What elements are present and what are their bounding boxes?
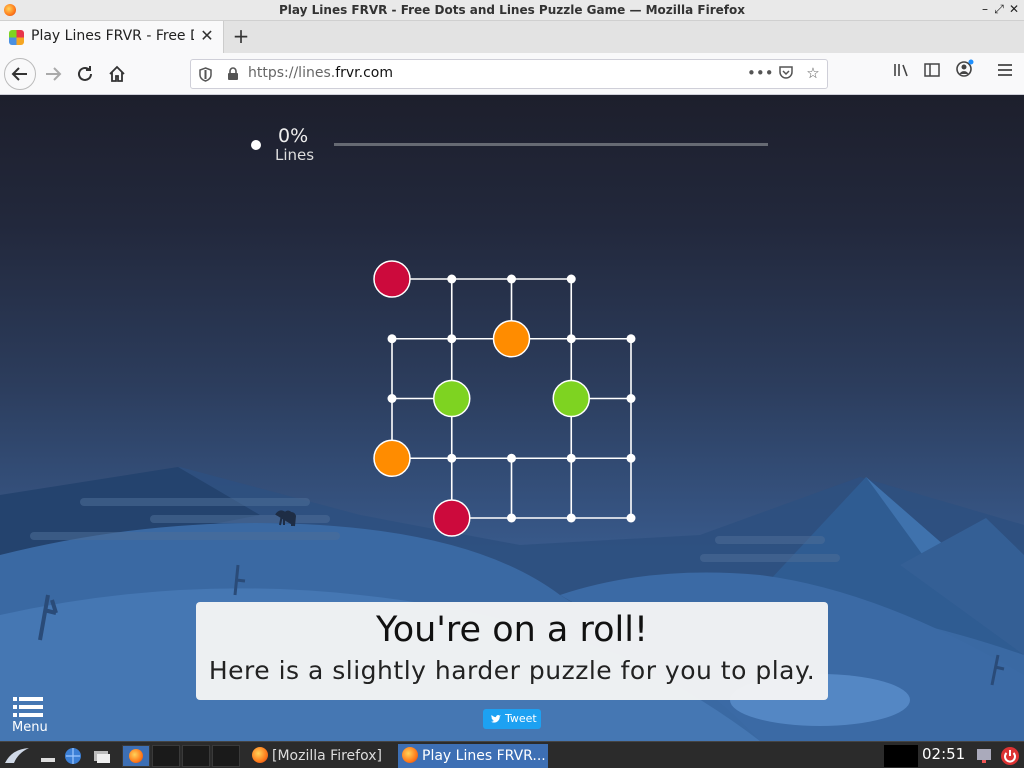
file-manager-icon[interactable] — [92, 746, 112, 766]
power-icon[interactable] — [1000, 746, 1020, 766]
forward-arrow-icon[interactable] — [38, 59, 68, 89]
start-menu-icon[interactable] — [2, 745, 32, 767]
message-body: Here is a slightly harder puzzle for you… — [208, 656, 816, 685]
new-tab-icon[interactable]: + — [230, 25, 252, 49]
grid-node[interactable] — [507, 513, 516, 523]
grid-node[interactable] — [447, 334, 457, 344]
task-label: Play Lines FRVR... — [422, 748, 546, 764]
orange-dot[interactable] — [373, 439, 411, 477]
window-title: Play Lines FRVR - Free Dots and Lines Pu… — [279, 3, 745, 17]
list-menu-icon — [13, 697, 43, 717]
message-panel: You're on a roll! Here is a slightly har… — [196, 602, 828, 700]
workspace-4[interactable] — [212, 745, 240, 767]
grid-node[interactable] — [626, 394, 636, 403]
taskbar-task-play-lines[interactable]: Play Lines FRVR... — [398, 744, 548, 768]
lock-icon[interactable] — [227, 67, 239, 81]
reload-icon[interactable] — [70, 59, 100, 89]
frvr-favicon-icon — [9, 30, 24, 45]
workspace-3[interactable] — [182, 745, 210, 767]
network-icon[interactable] — [974, 746, 994, 766]
orange-dot[interactable] — [492, 320, 531, 358]
tab-strip: Play Lines FRVR - Free Dots and Lines Pu… — [0, 21, 1024, 53]
workspace-1[interactable] — [122, 745, 150, 767]
red-dot[interactable] — [433, 499, 471, 537]
close-window-icon[interactable]: ✕ — [1007, 2, 1021, 16]
account-icon[interactable] — [951, 59, 977, 89]
browser-launcher-icon[interactable] — [63, 746, 83, 766]
navigation-toolbar: https://lines.frvr.com ••• ☆ — [0, 53, 1024, 95]
grid-node[interactable] — [566, 513, 576, 523]
tab-label: Play Lines FRVR - Free Dots and Lines Pu… — [31, 28, 194, 44]
workspace-2[interactable] — [152, 745, 180, 767]
page-actions-icon[interactable]: ••• — [747, 64, 774, 82]
twitter-bird-icon — [491, 715, 501, 723]
grid-node[interactable] — [447, 274, 457, 284]
firefox-icon — [252, 747, 268, 763]
game-menu-button[interactable]: Menu — [10, 695, 50, 735]
bookmark-star-icon[interactable]: ☆ — [803, 64, 823, 82]
firefox-icon — [402, 747, 418, 763]
show-desktop-icon[interactable] — [38, 746, 58, 766]
tweet-label: Tweet — [505, 712, 537, 725]
grid-node[interactable] — [447, 453, 457, 463]
taskbar-task-firefox[interactable]: [Mozilla Firefox] — [248, 744, 396, 768]
home-icon[interactable] — [102, 59, 132, 89]
green-dot[interactable] — [552, 379, 590, 418]
grid-node[interactable] — [387, 334, 397, 344]
url-text[interactable]: https://lines.frvr.com — [248, 65, 393, 81]
grid-node[interactable] — [387, 394, 397, 403]
menu-label: Menu — [12, 720, 48, 735]
address-bar[interactable]: https://lines.frvr.com ••• ☆ — [190, 59, 828, 89]
screen: Play Lines FRVR - Free Dots and Lines Pu… — [0, 0, 1024, 768]
task-label: [Mozilla Firefox] — [272, 748, 382, 764]
minimize-icon[interactable]: – — [978, 2, 992, 16]
tab-play-lines[interactable]: Play Lines FRVR - Free Dots and Lines Pu… — [0, 21, 224, 53]
grid-node[interactable] — [626, 453, 636, 463]
grid-node[interactable] — [507, 274, 516, 284]
grid-node[interactable] — [626, 334, 636, 344]
game-canvas[interactable]: 0% Lines You're on a roll! Here is a sli… — [0, 95, 1024, 741]
maximize-icon[interactable]: ⤢ — [992, 2, 1006, 17]
os-taskbar: [Mozilla Firefox] Play Lines FRVR... 02:… — [0, 741, 1024, 768]
back-arrow-icon[interactable] — [4, 58, 36, 90]
grid-node[interactable] — [566, 274, 576, 284]
firefox-icon — [129, 749, 143, 763]
green-dot[interactable] — [433, 379, 471, 418]
grid-node[interactable] — [626, 513, 636, 523]
grid-node[interactable] — [566, 334, 576, 344]
tracking-shield-icon[interactable] — [199, 67, 212, 82]
message-title: You're on a roll! — [375, 610, 649, 650]
window-titlebar: Play Lines FRVR - Free Dots and Lines Pu… — [0, 0, 1024, 21]
sidebar-icon[interactable] — [919, 59, 945, 89]
tweet-button[interactable]: Tweet — [483, 709, 541, 729]
library-icon[interactable] — [888, 59, 914, 89]
clock[interactable]: 02:51 — [922, 745, 965, 763]
hamburger-menu-icon[interactable] — [992, 59, 1018, 89]
pocket-icon[interactable] — [776, 64, 796, 84]
grid-node[interactable] — [566, 453, 576, 463]
tab-close-icon[interactable]: ✕ — [199, 27, 215, 45]
red-dot[interactable] — [373, 260, 411, 298]
grid-node[interactable] — [507, 453, 516, 463]
tray-blank-area — [884, 745, 918, 767]
